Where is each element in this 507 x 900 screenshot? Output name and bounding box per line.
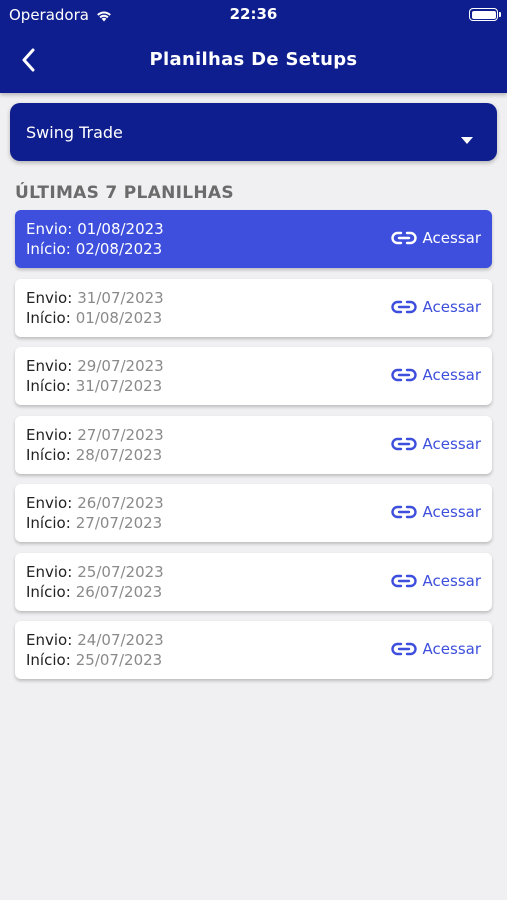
inicio-line: Início: 01/08/2023 — [26, 309, 162, 327]
section-title: ÚLTIMAS 7 PLANILHAS — [15, 183, 234, 203]
inicio-date: 25/07/2023 — [75, 651, 163, 669]
envio-line: Envio: 26/07/2023 — [26, 494, 164, 512]
envio-date: 01/08/2023 — [77, 220, 164, 238]
access-label: Acessar — [422, 503, 481, 521]
spreadsheet-card[interactable]: Envio: 27/07/2023 Início: 28/07/2023 Acess… — [15, 415, 492, 474]
inicio-date: 01/08/2023 — [75, 308, 163, 327]
link-icon — [390, 367, 417, 383]
access-label: Acessar — [422, 297, 481, 316]
envio-label: Envio: — [26, 288, 73, 307]
inicio-date: 28/07/2023 — [75, 445, 163, 464]
inicio-label: Início: — [26, 377, 71, 395]
inicio-line: Início: 28/07/2023 — [26, 446, 162, 464]
inicio-line: Início: 02/08/2023 — [26, 240, 162, 258]
access-button[interactable]: Acessar — [390, 297, 481, 316]
envio-label: Envio: — [26, 631, 73, 649]
inicio-line: Início: 25/07/2023 — [26, 651, 162, 669]
spreadsheet-card[interactable]: Envio: 26/07/2023 Início: 27/07/2023 Acess… — [15, 484, 492, 542]
envio-date: 29/07/2023 — [77, 357, 164, 375]
envio-line: Envio: 25/07/2023 — [26, 563, 164, 581]
envio-date: 24/07/2023 — [77, 631, 164, 649]
access-button[interactable]: Acessar — [390, 229, 481, 247]
access-label: Acessar — [422, 571, 481, 590]
inicio-date: 02/08/2023 — [75, 240, 163, 258]
link-icon — [390, 573, 417, 589]
envio-label: Envio: — [26, 425, 73, 444]
inicio-label: Início: — [26, 651, 71, 669]
envio-label: Envio: — [26, 357, 73, 375]
spreadsheet-card[interactable]: Envio: 24/07/2023 Início: 25/07/2023 Acess… — [15, 621, 492, 679]
envio-line: Envio: 31/07/2023 — [26, 289, 164, 307]
inicio-date: 31/07/2023 — [75, 377, 163, 395]
access-label: Acessar — [422, 366, 481, 384]
status-time: 22:36 — [229, 5, 278, 23]
access-button[interactable]: Acessar — [390, 571, 481, 590]
spreadsheet-card[interactable]: Envio: 31/07/2023 Início: 01/08/2023 Acess… — [15, 278, 492, 337]
link-icon — [390, 299, 417, 315]
app-header: Operadora 22:36 Planilhas De Setups — [0, 0, 507, 93]
access-button[interactable]: Acessar — [390, 640, 481, 658]
inicio-label: Início: — [26, 445, 71, 464]
inicio-date: 27/07/2023 — [75, 514, 163, 532]
inicio-line: Início: 31/07/2023 — [26, 377, 162, 395]
inicio-label: Início: — [26, 582, 71, 601]
inicio-label: Início: — [26, 240, 71, 258]
status-bar: Operadora 22:36 — [0, 0, 507, 28]
envio-date: 31/07/2023 — [77, 288, 164, 307]
link-icon — [390, 504, 417, 520]
spreadsheet-card[interactable]: Envio: 29/07/2023 Início: 31/07/2023 Acess… — [15, 347, 492, 405]
spreadsheet-list: Envio: 01/08/2023 Início: 02/08/2023 Acess… — [15, 210, 492, 690]
envio-line: Envio: 01/08/2023 — [26, 220, 164, 238]
dropdown-selected-value: Swing Trade — [26, 123, 123, 142]
envio-label: Envio: — [26, 220, 73, 238]
caret-down-icon — [461, 129, 473, 148]
envio-line: Envio: 24/07/2023 — [26, 631, 164, 649]
battery-icon — [469, 8, 501, 21]
access-button[interactable]: Acessar — [390, 434, 481, 453]
access-button[interactable]: Acessar — [390, 503, 481, 521]
access-button[interactable]: Acessar — [390, 366, 481, 384]
setup-type-dropdown[interactable]: Swing Trade — [10, 103, 497, 161]
envio-line: Envio: 27/07/2023 — [26, 426, 164, 444]
inicio-date: 26/07/2023 — [75, 582, 163, 601]
access-label: Acessar — [422, 434, 481, 453]
link-icon — [390, 436, 417, 452]
link-icon — [390, 230, 417, 246]
link-icon — [390, 641, 417, 657]
access-label: Acessar — [422, 640, 481, 658]
envio-label: Envio: — [26, 562, 73, 581]
inicio-label: Início: — [26, 308, 71, 327]
navigation-bar: Planilhas De Setups — [0, 40, 507, 80]
envio-label: Envio: — [26, 494, 73, 512]
inicio-line: Início: 27/07/2023 — [26, 514, 162, 532]
envio-date: 27/07/2023 — [77, 425, 164, 444]
page-title: Planilhas De Setups — [149, 49, 358, 70]
spreadsheet-card[interactable]: Envio: 25/07/2023 Início: 26/07/2023 Acess… — [15, 552, 492, 611]
access-label: Acessar — [422, 229, 481, 247]
spreadsheet-card[interactable]: Envio: 01/08/2023 Início: 02/08/2023 Acess… — [15, 210, 492, 268]
envio-date: 26/07/2023 — [77, 494, 164, 512]
inicio-label: Início: — [26, 514, 71, 532]
envio-date: 25/07/2023 — [77, 562, 164, 581]
inicio-line: Início: 26/07/2023 — [26, 583, 162, 601]
envio-line: Envio: 29/07/2023 — [26, 357, 164, 375]
